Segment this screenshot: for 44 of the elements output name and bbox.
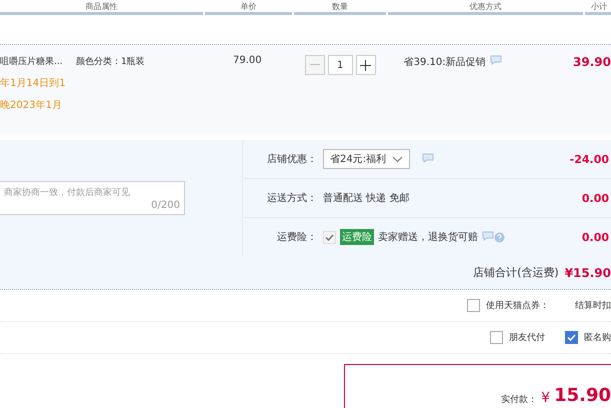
chat-bubble-icon[interactable] — [422, 152, 434, 162]
option-label: 朋友代付 — [509, 332, 545, 344]
help-icon[interactable] — [494, 232, 505, 242]
currency-sign: ¥ — [541, 390, 550, 406]
insurance-badge: 运费险 — [340, 229, 374, 245]
subtotal: 39.90 — [573, 55, 611, 69]
character-counter: 0/200 — [151, 200, 180, 211]
delivery-note: 晚2023年1月 — [0, 99, 63, 112]
checkbox[interactable] — [565, 331, 578, 344]
column-header: 小计 — [585, 0, 611, 15]
chat-bubble-icon[interactable] — [490, 55, 502, 65]
product-name: 咀嚼压片糖果... — [0, 56, 64, 68]
column-header: 商品属性 — [0, 0, 203, 15]
product-attribute: 颜色分类：1瓶装 — [76, 56, 146, 69]
insurance-note: 卖家赠送，退换货可赔 — [378, 230, 478, 244]
payment-label: 实付款： — [501, 394, 538, 406]
promotion: 省39.10:新品促销 — [404, 56, 486, 69]
unit-price: 79.00 — [233, 55, 262, 68]
shipping-method: 普通配送 快递 免邮 — [323, 192, 410, 205]
option-label: 运费险： — [276, 230, 317, 244]
option-label: 店铺优惠： — [266, 152, 317, 166]
store-total-label: 店铺合计(含运费) — [473, 265, 559, 280]
checkbox[interactable] — [490, 331, 503, 344]
column-header: 数量 — [294, 0, 386, 15]
coupon-note: 结算时扣 — [575, 300, 611, 312]
column-header: 单价 — [205, 0, 292, 15]
checkbox[interactable] — [467, 299, 480, 312]
plus-button[interactable] — [356, 55, 376, 75]
quantity-field[interactable]: 1 — [328, 55, 353, 75]
option-label: 运送方式： — [266, 192, 317, 205]
coupon-label: 使用天猫点券： — [486, 300, 549, 312]
chat-bubble-icon[interactable] — [482, 230, 494, 240]
plus-icon — [360, 60, 372, 70]
discount-dropdown[interactable]: 省24元:福利 — [323, 149, 410, 169]
minus-icon — [310, 64, 320, 66]
delivery-note: 年1月14日到1 — [0, 77, 66, 90]
store-total: ¥15.90 — [564, 266, 611, 280]
option-amount: 0.00 — [582, 230, 609, 244]
chevron-down-icon — [392, 156, 404, 162]
column-header: 优惠方式 — [388, 0, 583, 15]
option-amount: -24.00 — [570, 152, 609, 166]
option-label: 匿名购 — [584, 332, 611, 344]
payment-amount: 15.90 — [554, 385, 611, 406]
option-amount: 0.00 — [582, 192, 609, 204]
